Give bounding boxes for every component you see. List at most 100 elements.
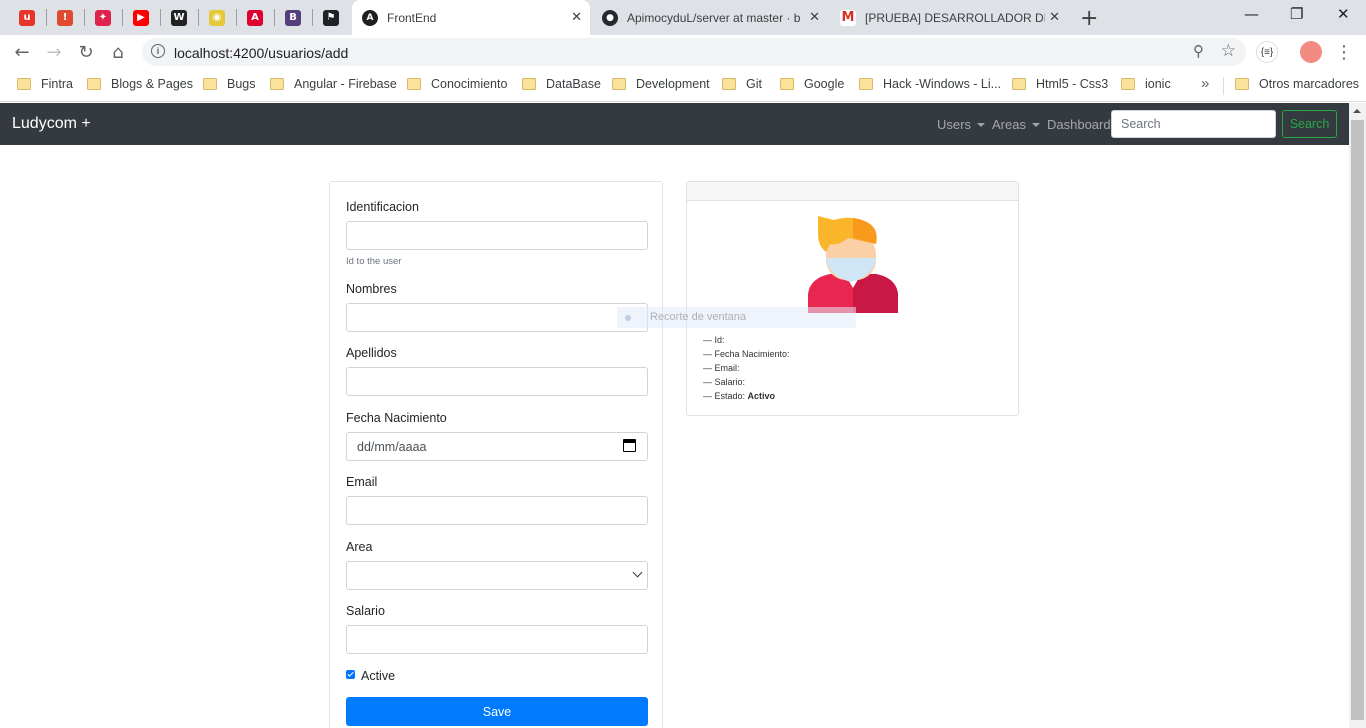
bookmark-item[interactable]: Angular - Firebase bbox=[270, 77, 397, 91]
navbar-search-button[interactable]: Search bbox=[1282, 110, 1337, 138]
folder-icon bbox=[1235, 78, 1249, 90]
nav-areas-dropdown[interactable]: Areas bbox=[992, 117, 1040, 132]
pinned-tab[interactable]: ⚑ bbox=[312, 0, 350, 35]
identificacion-input[interactable] bbox=[346, 221, 648, 250]
folder-icon bbox=[203, 78, 217, 90]
bookmark-label: Development bbox=[636, 77, 710, 91]
pinned-tab[interactable]: ✦ bbox=[84, 0, 122, 35]
user-preview-card: — Id: — Fecha Nacimiento: — Email: — Sal… bbox=[686, 181, 1019, 416]
bookmark-item[interactable]: Bugs bbox=[203, 77, 256, 91]
scroll-up-icon[interactable] bbox=[1353, 109, 1361, 113]
tab-close-icon[interactable]: ✕ bbox=[1049, 10, 1060, 25]
bookmarks-overflow-icon[interactable]: » bbox=[1201, 75, 1209, 92]
user-avatar-icon bbox=[808, 216, 898, 313]
new-tab-button[interactable]: + bbox=[1080, 6, 1098, 31]
salario-input[interactable] bbox=[346, 625, 648, 654]
nombres-label: Nombres bbox=[346, 282, 397, 296]
forward-icon[interactable]: → bbox=[42, 40, 66, 64]
pinned-tab[interactable]: A bbox=[236, 0, 274, 35]
pinned-tab[interactable]: B bbox=[274, 0, 312, 35]
bookmark-item[interactable]: Conocimiento bbox=[407, 77, 507, 91]
area-select[interactable] bbox=[346, 561, 648, 590]
bookmark-item[interactable]: Google bbox=[780, 77, 844, 91]
page-scrollbar[interactable] bbox=[1349, 103, 1366, 728]
pinned-tab[interactable]: u bbox=[8, 0, 46, 35]
bookmark-label: Bugs bbox=[227, 77, 256, 91]
site-info-icon[interactable]: i bbox=[151, 44, 165, 58]
bookmark-item[interactable]: ionic bbox=[1121, 77, 1171, 91]
bookmark-item[interactable]: DataBase bbox=[522, 77, 601, 91]
browser-toolbar: ← → ↻ ⌂ i localhost:4200/usuarios/add ⚲ … bbox=[0, 35, 1366, 69]
navbar-brand[interactable]: Ludycom + bbox=[12, 115, 91, 133]
folder-icon bbox=[87, 78, 101, 90]
w-brand-icon: W bbox=[171, 9, 187, 26]
url-text[interactable]: localhost:4200/usuarios/add bbox=[174, 45, 348, 61]
calendar-icon[interactable] bbox=[623, 439, 636, 452]
tab-close-icon[interactable]: ✕ bbox=[571, 10, 582, 25]
pinned-tab[interactable]: ◉ bbox=[198, 0, 236, 35]
bookmark-item[interactable]: Fintra bbox=[17, 77, 73, 91]
json-extension-icon[interactable]: {≡} bbox=[1256, 41, 1278, 63]
detail-email: — Email: bbox=[703, 363, 740, 373]
tab-title: FrontEnd bbox=[387, 10, 437, 25]
tab-github[interactable]: ● ApimocyduL/server at master · b ✕ bbox=[592, 0, 828, 35]
profile-avatar[interactable] bbox=[1300, 41, 1322, 63]
window-snip-overlay: Recorte de ventana bbox=[617, 307, 856, 328]
folder-icon bbox=[407, 78, 421, 90]
pinned-tab[interactable]: W bbox=[160, 0, 198, 35]
pinned-tabs: u! ✦ ▶ W ◉ A B ⚑ bbox=[8, 0, 350, 35]
bookmark-other[interactable]: Otros marcadores bbox=[1235, 77, 1359, 91]
address-bar[interactable]: i localhost:4200/usuarios/add ⚲ ☆ bbox=[142, 38, 1246, 66]
area-label: Area bbox=[346, 540, 373, 554]
zoom-icon[interactable]: ⚲ bbox=[1193, 42, 1204, 60]
fecha-nacimiento-input[interactable]: dd/mm/aaaa bbox=[346, 432, 648, 461]
pinned-tab[interactable]: ▶ bbox=[122, 0, 160, 35]
bookmark-item[interactable]: Development bbox=[612, 77, 710, 91]
tab-gmail[interactable]: M [PRUEBA] DESARROLLADOR DE A ✕ bbox=[830, 0, 1068, 35]
bookmark-label: Blogs & Pages bbox=[111, 77, 193, 91]
email-input[interactable] bbox=[346, 496, 648, 525]
folder-icon bbox=[1012, 78, 1026, 90]
app-navbar: Ludycom + Users Areas Dashboard Search bbox=[0, 103, 1349, 145]
preview-card-header bbox=[687, 182, 1018, 201]
user-details: — Id: — Fecha Nacimiento: — Email: — Sal… bbox=[703, 333, 790, 403]
navbar-search-input[interactable] bbox=[1111, 110, 1276, 138]
bookmark-label: Google bbox=[804, 77, 845, 91]
save-button[interactable]: Save bbox=[346, 697, 648, 726]
folder-icon bbox=[859, 78, 873, 90]
reload-icon[interactable]: ↻ bbox=[74, 40, 98, 64]
nombres-input[interactable] bbox=[346, 303, 648, 332]
bookmark-label: DataBase bbox=[546, 77, 601, 91]
tab-frontend[interactable]: A FrontEnd ✕ bbox=[352, 0, 590, 35]
bookmark-item[interactable]: Git bbox=[722, 77, 762, 91]
bootstrap-icon: B bbox=[285, 9, 301, 26]
bookmark-item[interactable]: Html5 - Css3 bbox=[1012, 77, 1108, 91]
scroll-thumb[interactable] bbox=[1351, 120, 1364, 720]
tab-close-icon[interactable]: ✕ bbox=[809, 10, 820, 25]
bookmark-star-icon[interactable]: ☆ bbox=[1221, 41, 1236, 61]
close-window-icon[interactable]: ✕ bbox=[1337, 5, 1350, 23]
bookmark-label: Conocimiento bbox=[431, 77, 508, 91]
bookmark-label: Git bbox=[746, 77, 762, 91]
apellidos-input[interactable] bbox=[346, 367, 648, 396]
back-icon[interactable]: ← bbox=[10, 40, 34, 64]
active-label[interactable]: Active bbox=[361, 669, 395, 683]
ngrx-icon: ◉ bbox=[209, 9, 225, 26]
pinned-tab[interactable]: ! bbox=[46, 0, 84, 35]
minimize-icon[interactable]: — bbox=[1244, 5, 1259, 23]
folder-icon bbox=[17, 78, 31, 90]
bookmark-label: Fintra bbox=[41, 77, 73, 91]
caret-down-icon bbox=[1031, 122, 1040, 127]
folder-icon bbox=[270, 78, 284, 90]
restore-icon[interactable]: ❐ bbox=[1290, 5, 1303, 23]
detail-id: — Id: bbox=[703, 335, 725, 345]
gmail-icon: M bbox=[840, 9, 856, 26]
nav-dashboard-link[interactable]: Dashboard bbox=[1047, 117, 1111, 132]
bookmark-item[interactable]: Hack -Windows - Li... bbox=[859, 77, 1001, 91]
bookmark-label: ionic bbox=[1145, 77, 1171, 91]
active-checkbox[interactable] bbox=[346, 670, 355, 679]
bookmark-item[interactable]: Blogs & Pages bbox=[87, 77, 193, 91]
nav-users-dropdown[interactable]: Users bbox=[937, 117, 985, 132]
home-icon[interactable]: ⌂ bbox=[106, 40, 130, 64]
menu-kebab-icon[interactable]: ⋮ bbox=[1332, 40, 1356, 64]
